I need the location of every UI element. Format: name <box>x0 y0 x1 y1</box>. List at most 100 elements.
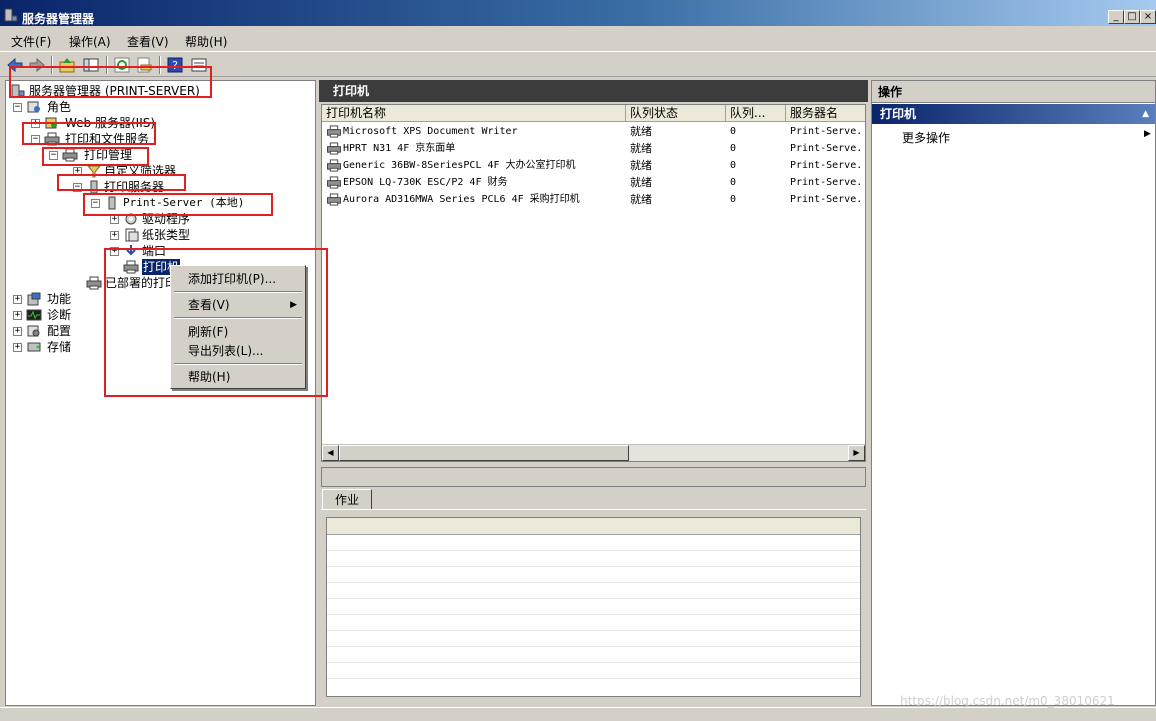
collapse-toggle[interactable]: − <box>73 183 82 192</box>
window-title-bar[interactable]: 服务器管理器 _ □ × <box>0 0 1156 27</box>
menu-help[interactable]: 帮助(H) <box>185 33 227 50</box>
menu-file[interactable]: 文件(F) <box>11 33 51 50</box>
context-menu: 添加打印机(P)... 查看(V) ▶ 刷新(F) 导出列表(L)... 帮助(… <box>170 265 306 389</box>
server-name: Print-Serve... <box>790 143 864 154</box>
back-arrow-icon[interactable] <box>6 56 24 74</box>
collapse-toggle[interactable]: − <box>49 151 58 160</box>
jobs-grid-header <box>327 518 860 535</box>
expand-toggle[interactable]: + <box>13 343 22 352</box>
show-hide-tree-icon[interactable] <box>82 56 100 74</box>
table-row[interactable]: HPRT N31 4F 京东面单 就绪 0 Print-Serve... <box>322 140 865 157</box>
storage-icon <box>27 342 41 352</box>
column-header-jobs[interactable]: 队列... <box>726 105 786 122</box>
collapse-toggle[interactable]: − <box>13 103 22 112</box>
svg-text:?: ? <box>172 59 178 72</box>
submenu-arrow-icon: ▶ <box>290 300 297 310</box>
printer-name: Microsoft XPS Document Writer <box>343 126 518 137</box>
column-header-status[interactable]: 队列状态 <box>626 105 726 122</box>
actions-header: 操作 <box>872 81 1155 103</box>
properties-icon[interactable] <box>190 56 208 74</box>
menu-separator <box>174 291 302 293</box>
jobs-in-queue: 0 <box>730 177 737 188</box>
splitter-bar[interactable] <box>321 467 866 487</box>
close-button[interactable]: × <box>1140 10 1156 24</box>
collapse-toggle[interactable]: − <box>91 199 100 208</box>
table-row[interactable]: Aurora AD316MWA Series PCL6 4F 采购打印机 就绪 … <box>322 191 865 208</box>
status-bar <box>0 707 1156 721</box>
driver-icon <box>125 213 137 225</box>
minimize-button[interactable]: _ <box>1108 10 1124 24</box>
expand-toggle[interactable]: + <box>110 247 119 256</box>
scroll-left-icon[interactable]: ◀ <box>322 445 339 461</box>
column-header-name[interactable]: 打印机名称 <box>322 105 626 122</box>
printer-icon <box>327 176 341 189</box>
export-icon[interactable] <box>135 56 153 74</box>
window-title: 服务器管理器 <box>22 12 95 26</box>
server-name: Print-Serve... <box>790 194 864 205</box>
printer-name: Generic 36BW-8SeriesPCL 4F 大办公室打印机 <box>343 160 576 171</box>
horizontal-scrollbar[interactable]: ◀ ▶ <box>322 444 865 461</box>
menu-separator <box>174 317 302 319</box>
table-row[interactable]: EPSON LQ-730K ESC/P2 4F 财务 就绪 0 Print-Se… <box>322 174 865 191</box>
toolbar-separator <box>51 56 53 74</box>
printer-icon <box>327 159 341 172</box>
grid-line <box>327 598 860 599</box>
menu-item-refresh[interactable]: 刷新(F) <box>173 323 303 341</box>
collapse-up-icon[interactable]: ▲ <box>1142 104 1149 124</box>
actions-pane: 操作 打印机 ▲ 更多操作 ▶ <box>871 80 1156 706</box>
expand-toggle[interactable]: + <box>31 119 40 128</box>
printer-icon <box>327 125 341 138</box>
forms-icon <box>125 228 139 242</box>
menu-item-help[interactable]: 帮助(H) <box>173 368 303 386</box>
web-server-icon <box>45 117 57 129</box>
printer-icon <box>123 260 139 274</box>
expand-toggle[interactable]: + <box>110 231 119 240</box>
column-header-server[interactable]: 服务器名 <box>786 105 865 122</box>
expand-toggle[interactable]: + <box>13 295 22 304</box>
table-row[interactable]: Microsoft XPS Document Writer 就绪 0 Print… <box>322 123 865 140</box>
tab-jobs[interactable]: 作业 <box>322 489 372 510</box>
maximize-button[interactable]: □ <box>1124 10 1140 24</box>
menu-view[interactable]: 查看(V) <box>127 33 169 50</box>
menu-action[interactable]: 操作(A) <box>69 33 111 50</box>
grid-line <box>327 662 860 663</box>
table-row[interactable]: Generic 36BW-8SeriesPCL 4F 大办公室打印机 就绪 0 … <box>322 157 865 174</box>
menu-item-add-printer[interactable]: 添加打印机(P)... <box>173 270 303 288</box>
queue-status: 就绪 <box>630 193 652 206</box>
grid-line <box>327 566 860 567</box>
menu-item-view[interactable]: 查看(V) ▶ <box>173 296 303 314</box>
printer-icon <box>86 276 102 290</box>
forward-arrow-icon[interactable] <box>28 56 46 74</box>
server-icon <box>90 180 98 194</box>
more-actions-item[interactable]: 更多操作 <box>902 129 950 146</box>
refresh-icon[interactable] <box>113 56 131 74</box>
menu-item-export-list[interactable]: 导出列表(L)... <box>173 342 303 360</box>
grid-line <box>327 678 860 679</box>
collapse-toggle[interactable]: − <box>31 135 40 144</box>
scroll-right-icon[interactable]: ▶ <box>848 445 865 461</box>
printer-icon <box>327 142 341 155</box>
expand-toggle[interactable]: + <box>110 215 119 224</box>
printer-name: EPSON LQ-730K ESC/P2 4F 财务 <box>343 177 508 188</box>
jobs-in-queue: 0 <box>730 143 737 154</box>
menu-bar: 文件(F) 操作(A) 查看(V) 帮助(H) <box>0 28 1156 52</box>
printer-name: Aurora AD316MWA Series PCL6 4F 采购打印机 <box>343 194 580 205</box>
printer-name: HPRT N31 4F 京东面单 <box>343 143 456 154</box>
toolbar-separator <box>106 56 108 74</box>
grid-line <box>327 550 860 551</box>
expand-toggle[interactable]: + <box>73 167 82 176</box>
grid-line <box>327 646 860 647</box>
expand-toggle[interactable]: + <box>13 327 22 336</box>
queue-status: 就绪 <box>630 159 652 172</box>
expand-toggle[interactable]: + <box>13 311 22 320</box>
server-manager-icon <box>4 8 18 22</box>
up-folder-icon[interactable] <box>58 56 76 74</box>
jobs-in-queue: 0 <box>730 194 737 205</box>
scrollbar-thumb[interactable] <box>339 445 629 461</box>
submenu-arrow-icon: ▶ <box>1144 129 1151 139</box>
watermark: https://blog.csdn.net/m0_38010621 <box>900 694 1115 708</box>
server-name: Print-Serve... <box>790 126 864 137</box>
filter-icon <box>86 165 102 178</box>
help-icon[interactable]: ? <box>166 56 184 74</box>
actions-section-printers[interactable]: 打印机 ▲ <box>872 104 1155 124</box>
